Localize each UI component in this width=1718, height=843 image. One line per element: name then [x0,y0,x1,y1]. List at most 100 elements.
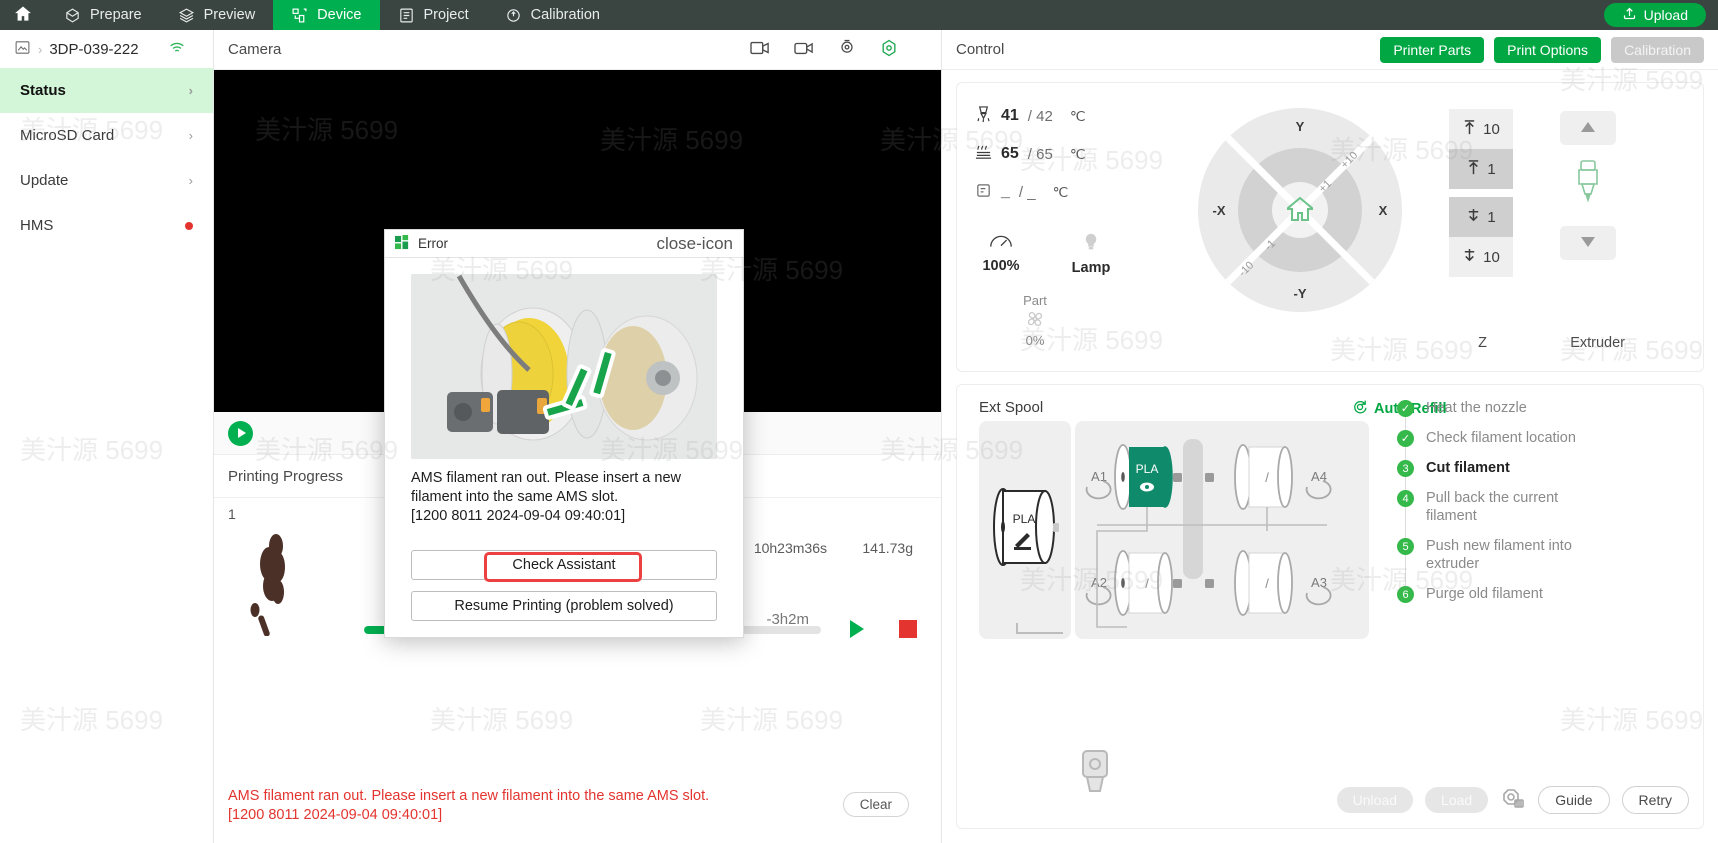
ams-settings-icon[interactable] [1500,787,1526,814]
step-status-icon: 6 [1397,586,1414,603]
video-resolution-icon[interactable] [749,39,771,61]
step-item: 6 Purge old filament [1397,585,1697,603]
sidebar-item-microsd[interactable]: MicroSD Card › [0,113,213,158]
step-status-icon: 3 [1397,460,1414,477]
total-print-time: 10h23m36s [753,540,827,556]
printing-progress-title: Printing Progress [228,467,344,485]
svg-text:PLA: PLA [1136,462,1159,476]
nozzle-temp-unit: ℃ [1069,107,1086,124]
lamp-toggle[interactable]: Lamp [1065,231,1117,276]
modal-title-bar: Error close-icon [385,230,743,258]
print-speed-control[interactable]: 100% [975,231,1027,276]
bambu-logo-icon [395,234,410,253]
resume-print-button[interactable] [847,618,867,643]
z-down-1-value: 1 [1487,208,1496,226]
error-message-bar: AMS filament ran out. Please insert a ne… [228,787,927,825]
resume-printing-button[interactable]: Resume Printing (problem solved) [411,591,717,621]
xy-axis-dial[interactable]: Y -Y -X X +10 +1 -1 -10 [1195,105,1405,315]
unload-button[interactable]: Unload [1336,787,1414,813]
ext-spool-box[interactable]: PLA [979,421,1071,639]
printer-parts-button[interactable]: Printer Parts [1380,36,1485,63]
tab-prepare-label: Prepare [90,7,142,23]
stop-print-button[interactable] [899,620,917,638]
triangle-down-icon [1579,235,1597,252]
project-list-icon [398,7,415,24]
tab-preview-label: Preview [203,7,256,23]
z-up-10-button[interactable]: 10 [1449,109,1513,149]
step-item-current: 3 Cut filament [1397,459,1697,477]
z-up-1-button[interactable]: 1 [1449,149,1513,189]
sidebar-item-hms[interactable]: HMS [0,203,213,248]
modal-message: AMS filament ran out. Please insert a ne… [385,459,743,526]
ams-card: Ext Spool Auto Refill PLA A1 PLA / A4 A2… [956,384,1704,829]
step-status-icon: ✓ [1397,400,1414,417]
z-up-10-value: 10 [1483,120,1500,138]
sidebar-item-status[interactable]: Status › [0,68,213,113]
ams-slot-a3: / A3 [1205,550,1332,616]
print-options-button[interactable]: Print Options [1494,36,1602,63]
upload-button[interactable]: Upload [1603,3,1706,27]
speed-gauge-icon [988,235,1014,254]
svg-text:/: / [1265,470,1269,485]
sidebar-item-label: Status [20,82,66,99]
sidebar: › 3DP-039-222 Status › MicroSD Card › Up… [0,30,214,843]
guide-button[interactable]: Guide [1538,786,1610,814]
tab-project[interactable]: Project [380,0,487,30]
svg-text:X: X [1379,203,1388,218]
chamber-temperature-row[interactable]: _ / _ ℃ [975,173,1135,211]
z-down-1-button[interactable]: 1 [1449,197,1513,237]
bed-temperature-row[interactable]: 65 / 65 ℃ [975,135,1135,173]
extruder-up-button[interactable] [1560,111,1616,145]
arrow-down-bottom-icon [1462,247,1477,268]
part-fan-control[interactable]: Part 0% [1009,293,1061,348]
breadcrumb-chevron-icon: › [38,41,43,57]
calibration-icon [505,7,522,24]
extruder-label: Extruder [1570,335,1625,351]
close-icon[interactable]: close-icon [656,235,733,252]
load-button[interactable]: Load [1425,787,1489,813]
timelapse-icon[interactable] [837,38,857,62]
fan-and-lamp-group: 100% Lamp [975,231,1117,276]
svg-text:PLA: PLA [1013,512,1036,526]
prepare-icon [64,7,81,24]
device-breadcrumb[interactable]: › 3DP-039-222 [0,30,213,68]
bed-temp-target: / 65 [1027,145,1053,163]
modal-message-line-2: filament into the same AMS slot. [411,489,619,505]
arrow-up-top-icon [1462,119,1477,140]
step-label: Cut filament [1426,460,1510,476]
ams-slots-box: A1 PLA / A4 A2 / / A3 [1075,421,1369,639]
camera-header: Camera [214,30,941,70]
model-thumbnail [228,524,328,637]
tab-device[interactable]: Device [273,0,380,30]
tab-calibration[interactable]: Calibration [487,0,618,30]
device-icon [291,7,308,24]
check-assistant-button[interactable]: Check Assistant [411,550,717,580]
print-speed-value: 100% [982,258,1020,274]
clear-error-button[interactable]: Clear [842,792,909,817]
wifi-icon [169,41,185,58]
tab-prepare[interactable]: Prepare [46,0,160,30]
retry-button[interactable]: Retry [1621,786,1689,814]
nozzle-temperature-row[interactable]: 41 / 42 ℃ [975,97,1135,135]
ext-spool-label: Ext Spool [979,399,1044,416]
z-down-10-button[interactable]: 10 [1449,237,1513,277]
step-label: Check filament location [1426,430,1576,446]
home-button[interactable] [0,0,46,30]
chamber-temp-unit: ℃ [1052,183,1069,200]
vision-detect-icon[interactable] [879,38,899,62]
camera-play-button[interactable] [228,420,253,446]
extruder-down-button[interactable] [1560,226,1616,260]
sidebar-item-update[interactable]: Update › [0,158,213,203]
fan-icon [1023,311,1047,333]
right-panel: Control Printer Parts Print Options Cali… [942,30,1718,843]
calibration-button[interactable]: Calibration [1611,36,1704,63]
home-icon [13,4,33,27]
nozzle-temp-target: / 42 [1027,107,1053,125]
tab-preview[interactable]: Preview [160,0,274,30]
bed-icon [975,143,992,165]
video-record-icon[interactable] [793,39,815,61]
temperature-group: 41 / 42 ℃ 65 / 65 ℃ _ / _ ℃ [975,97,1135,211]
upload-label: Upload [1643,7,1688,23]
nozzle-icon [975,105,992,127]
ams-action-bar: Unload Load Guide Retry [1336,786,1689,814]
